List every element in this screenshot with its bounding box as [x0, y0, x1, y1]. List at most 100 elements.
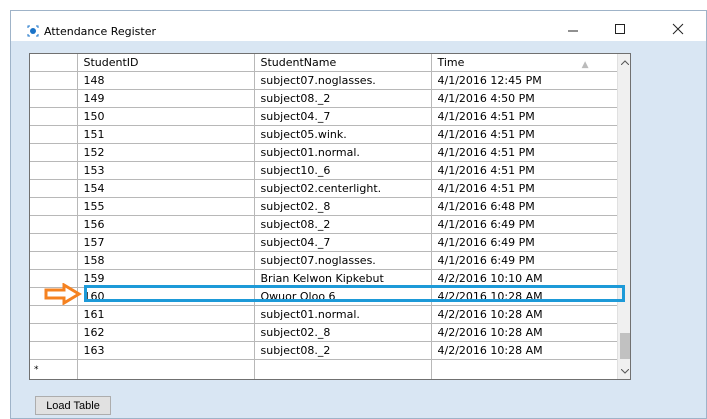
cell-studentid[interactable]: 153 [77, 161, 255, 180]
cell-studentid[interactable]: 148 [77, 71, 255, 90]
column-header-time[interactable]: Time ▲ [431, 54, 618, 72]
table-row[interactable]: 157 subject04._7 4/1/2016 6:49 PM [30, 233, 618, 252]
row-header[interactable] [30, 107, 78, 126]
cell-studentname[interactable]: subject10._6 [254, 161, 432, 180]
corner-header[interactable] [30, 54, 78, 72]
cell-studentname[interactable]: subject02._8 [254, 323, 432, 342]
new-row[interactable]: * [30, 359, 618, 379]
cell-studentid[interactable]: 157 [77, 233, 255, 252]
cell-time[interactable]: 4/2/2016 10:28 AM [431, 287, 618, 306]
new-row-cell[interactable] [431, 359, 618, 379]
cell-studentname[interactable]: subject08._2 [254, 341, 432, 360]
cell-time[interactable]: 4/1/2016 12:45 PM [431, 71, 618, 90]
cell-studentname[interactable]: Owuor Oloo 6 [254, 287, 432, 306]
cell-studentid[interactable]: 160 [77, 287, 255, 306]
row-header[interactable] [30, 323, 78, 342]
cell-studentid[interactable]: 154 [77, 179, 255, 198]
row-header[interactable] [30, 161, 78, 180]
table-row[interactable]: 159 Brian Kelwon Kipkebut 4/2/2016 10:10 A… [30, 269, 618, 288]
row-header[interactable] [30, 341, 78, 360]
table-row[interactable]: 149 subject08._2 4/1/2016 4:50 PM [30, 89, 618, 108]
cell-studentname[interactable]: Brian Kelwon Kipkebut [254, 269, 432, 288]
title-bar[interactable]: Attendance Register [11, 11, 706, 41]
new-row-marker-text: * [34, 365, 39, 375]
table-row[interactable]: 158 subject07.noglasses. 4/1/2016 6:49 PM [30, 251, 618, 270]
row-header[interactable] [30, 179, 78, 198]
table-row[interactable]: 163 subject08._2 4/2/2016 10:28 AM [30, 341, 618, 360]
cell-studentid[interactable]: 159 [77, 269, 255, 288]
row-header[interactable] [30, 89, 78, 108]
table-row[interactable]: 152 subject01.normal. 4/1/2016 4:51 PM [30, 143, 618, 162]
cell-studentname[interactable]: subject04._7 [254, 233, 432, 252]
cell-studentid[interactable]: 150 [77, 107, 255, 126]
vertical-scrollbar[interactable] [617, 54, 630, 379]
row-header[interactable] [30, 305, 78, 324]
grid-body: 148 subject07.noglasses. 4/1/2016 12:45 PM… [30, 71, 618, 379]
cell-studentname[interactable]: subject01.normal. [254, 143, 432, 162]
cell-time[interactable]: 4/1/2016 4:51 PM [431, 107, 618, 126]
cell-studentname[interactable]: subject05.wink. [254, 125, 432, 144]
cell-time[interactable]: 4/1/2016 6:48 PM [431, 197, 618, 216]
cell-studentname[interactable]: subject08._2 [254, 215, 432, 234]
cell-time[interactable]: 4/1/2016 4:51 PM [431, 161, 618, 180]
cell-studentname[interactable]: subject07.noglasses. [254, 71, 432, 90]
cell-studentid[interactable]: 155 [77, 197, 255, 216]
row-header[interactable] [30, 233, 78, 252]
table-row[interactable]: 151 subject05.wink. 4/1/2016 4:51 PM [30, 125, 618, 144]
column-header-studentname[interactable]: StudentName [254, 54, 432, 72]
cell-studentid[interactable]: 152 [77, 143, 255, 162]
cell-studentid[interactable]: 149 [77, 89, 255, 108]
column-header-studentid[interactable]: StudentID [77, 54, 255, 72]
cell-studentname[interactable]: subject08._2 [254, 89, 432, 108]
row-header[interactable] [30, 125, 78, 144]
table-row[interactable]: 160 Owuor Oloo 6 4/2/2016 10:28 AM [30, 287, 618, 306]
scroll-down-icon[interactable] [618, 363, 630, 379]
cell-time[interactable]: 4/1/2016 6:49 PM [431, 215, 618, 234]
cell-time[interactable]: 4/1/2016 4:50 PM [431, 89, 618, 108]
cell-studentid[interactable]: 151 [77, 125, 255, 144]
scroll-up-icon[interactable] [618, 54, 630, 70]
attendance-grid[interactable]: StudentID StudentName Time ▲ 148 subject0… [29, 53, 631, 380]
row-header[interactable] [30, 71, 78, 90]
cell-studentid[interactable]: 158 [77, 251, 255, 270]
cell-time[interactable]: 4/2/2016 10:28 AM [431, 305, 618, 324]
cell-studentname[interactable]: subject02.centerlight. [254, 179, 432, 198]
table-row[interactable]: 153 subject10._6 4/1/2016 4:51 PM [30, 161, 618, 180]
cell-studentid[interactable]: 161 [77, 305, 255, 324]
row-header[interactable] [30, 143, 78, 162]
cell-studentname[interactable]: subject04._7 [254, 107, 432, 126]
cell-time[interactable]: 4/1/2016 6:49 PM [431, 251, 618, 270]
cell-studentid[interactable]: 156 [77, 215, 255, 234]
table-row[interactable]: 148 subject07.noglasses. 4/1/2016 12:45 PM [30, 71, 618, 90]
cell-studentid[interactable]: 162 [77, 323, 255, 342]
scroll-thumb[interactable] [620, 333, 630, 359]
cell-time[interactable]: 4/1/2016 4:51 PM [431, 179, 618, 198]
cell-time[interactable]: 4/2/2016 10:28 AM [431, 323, 618, 342]
new-row-cell[interactable] [254, 359, 432, 379]
cell-time[interactable]: 4/2/2016 10:10 AM [431, 269, 618, 288]
table-row[interactable]: 161 subject01.normal. 4/2/2016 10:28 AM [30, 305, 618, 324]
table-row[interactable]: 162 subject02._8 4/2/2016 10:28 AM [30, 323, 618, 342]
table-row[interactable]: 150 subject04._7 4/1/2016 4:51 PM [30, 107, 618, 126]
cell-time[interactable]: 4/1/2016 4:51 PM [431, 125, 618, 144]
maximize-button[interactable] [603, 18, 637, 40]
cell-studentname[interactable]: subject07.noglasses. [254, 251, 432, 270]
cell-studentid[interactable]: 163 [77, 341, 255, 360]
row-header[interactable] [30, 251, 78, 270]
cell-time[interactable]: 4/2/2016 10:28 AM [431, 341, 618, 360]
cell-time[interactable]: 4/1/2016 4:51 PM [431, 143, 618, 162]
minimize-button[interactable] [556, 18, 590, 40]
header-row: StudentID StudentName Time ▲ [30, 54, 618, 72]
load-table-button[interactable]: Load Table [35, 396, 111, 415]
row-header[interactable] [30, 197, 78, 216]
close-button[interactable] [661, 18, 695, 40]
table-row[interactable]: 154 subject02.centerlight. 4/1/2016 4:51 P… [30, 179, 618, 198]
new-row-cell[interactable] [77, 359, 255, 379]
table-row[interactable]: 156 subject08._2 4/1/2016 6:49 PM [30, 215, 618, 234]
new-row-marker[interactable]: * [30, 359, 78, 379]
row-header[interactable] [30, 215, 78, 234]
cell-time[interactable]: 4/1/2016 6:49 PM [431, 233, 618, 252]
cell-studentname[interactable]: subject02._8 [254, 197, 432, 216]
cell-studentname[interactable]: subject01.normal. [254, 305, 432, 324]
table-row[interactable]: 155 subject02._8 4/1/2016 6:48 PM [30, 197, 618, 216]
